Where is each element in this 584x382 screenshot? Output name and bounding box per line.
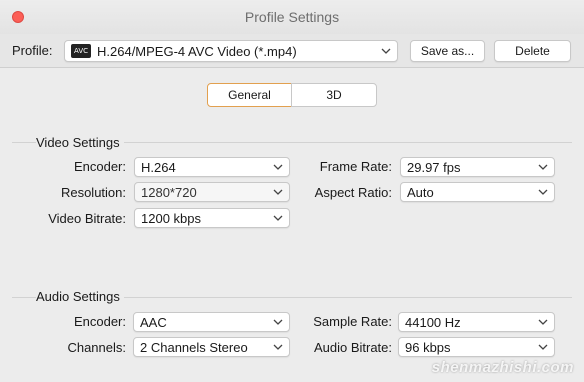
- save-as-button[interactable]: Save as...: [410, 40, 485, 62]
- tab-general[interactable]: General: [207, 83, 292, 107]
- audio-settings-title: Audio Settings: [36, 289, 124, 304]
- sample-rate-value: 44100 Hz: [405, 314, 461, 330]
- chevron-down-icon: [538, 317, 548, 327]
- chevron-down-icon: [273, 187, 283, 197]
- video-encoder-select[interactable]: H.264: [134, 157, 290, 177]
- chevron-down-icon: [538, 187, 548, 197]
- audio-encoder-select[interactable]: AAC: [133, 312, 290, 332]
- profile-select[interactable]: AVC H.264/MPEG-4 AVC Video (*.mp4): [64, 40, 398, 62]
- channels-value: 2 Channels Stereo: [140, 339, 248, 355]
- profile-label: Profile:: [12, 43, 53, 58]
- video-settings-title: Video Settings: [36, 135, 124, 150]
- tab-3d[interactable]: 3D: [291, 83, 377, 107]
- aspect-ratio-select[interactable]: Auto: [400, 182, 555, 202]
- chevron-down-icon: [381, 46, 391, 56]
- chevron-down-icon: [538, 162, 548, 172]
- sample-rate-select[interactable]: 44100 Hz: [398, 312, 555, 332]
- delete-button[interactable]: Delete: [494, 40, 571, 62]
- video-encoder-value: H.264: [141, 159, 176, 175]
- chevron-down-icon: [273, 317, 283, 327]
- avc-icon: AVC: [71, 44, 91, 58]
- frame-rate-value: 29.97 fps: [407, 159, 461, 175]
- video-encoder-label: Encoder:: [73, 159, 126, 174]
- watermark-text: shenmazhishi.com: [431, 359, 574, 376]
- frame-rate-select[interactable]: 29.97 fps: [400, 157, 555, 177]
- channels-label: Channels:: [67, 340, 126, 355]
- chevron-down-icon: [273, 162, 283, 172]
- video-bitrate-select[interactable]: 1200 kbps: [134, 208, 290, 228]
- resolution-value: 1280*720: [141, 184, 197, 200]
- aspect-ratio-label: Aspect Ratio:: [314, 185, 392, 200]
- resolution-select[interactable]: 1280*720: [134, 182, 290, 202]
- profile-value: H.264/MPEG-4 AVC Video (*.mp4): [97, 43, 297, 59]
- window-title: Profile Settings: [244, 9, 340, 25]
- video-bitrate-value: 1200 kbps: [141, 210, 201, 226]
- audio-bitrate-value: 96 kbps: [405, 339, 451, 355]
- audio-bitrate-label: Audio Bitrate:: [313, 340, 392, 355]
- audio-encoder-label: Encoder:: [73, 314, 126, 329]
- aspect-ratio-value: Auto: [407, 184, 434, 200]
- chevron-down-icon: [273, 213, 283, 223]
- audio-encoder-value: AAC: [140, 314, 167, 330]
- chevron-down-icon: [538, 342, 548, 352]
- sample-rate-label: Sample Rate:: [313, 314, 392, 329]
- video-bitrate-label: Video Bitrate:: [48, 211, 126, 226]
- channels-select[interactable]: 2 Channels Stereo: [133, 337, 290, 357]
- audio-bitrate-select[interactable]: 96 kbps: [398, 337, 555, 357]
- frame-rate-label: Frame Rate:: [319, 159, 392, 174]
- chevron-down-icon: [273, 342, 283, 352]
- resolution-label: Resolution:: [60, 185, 126, 200]
